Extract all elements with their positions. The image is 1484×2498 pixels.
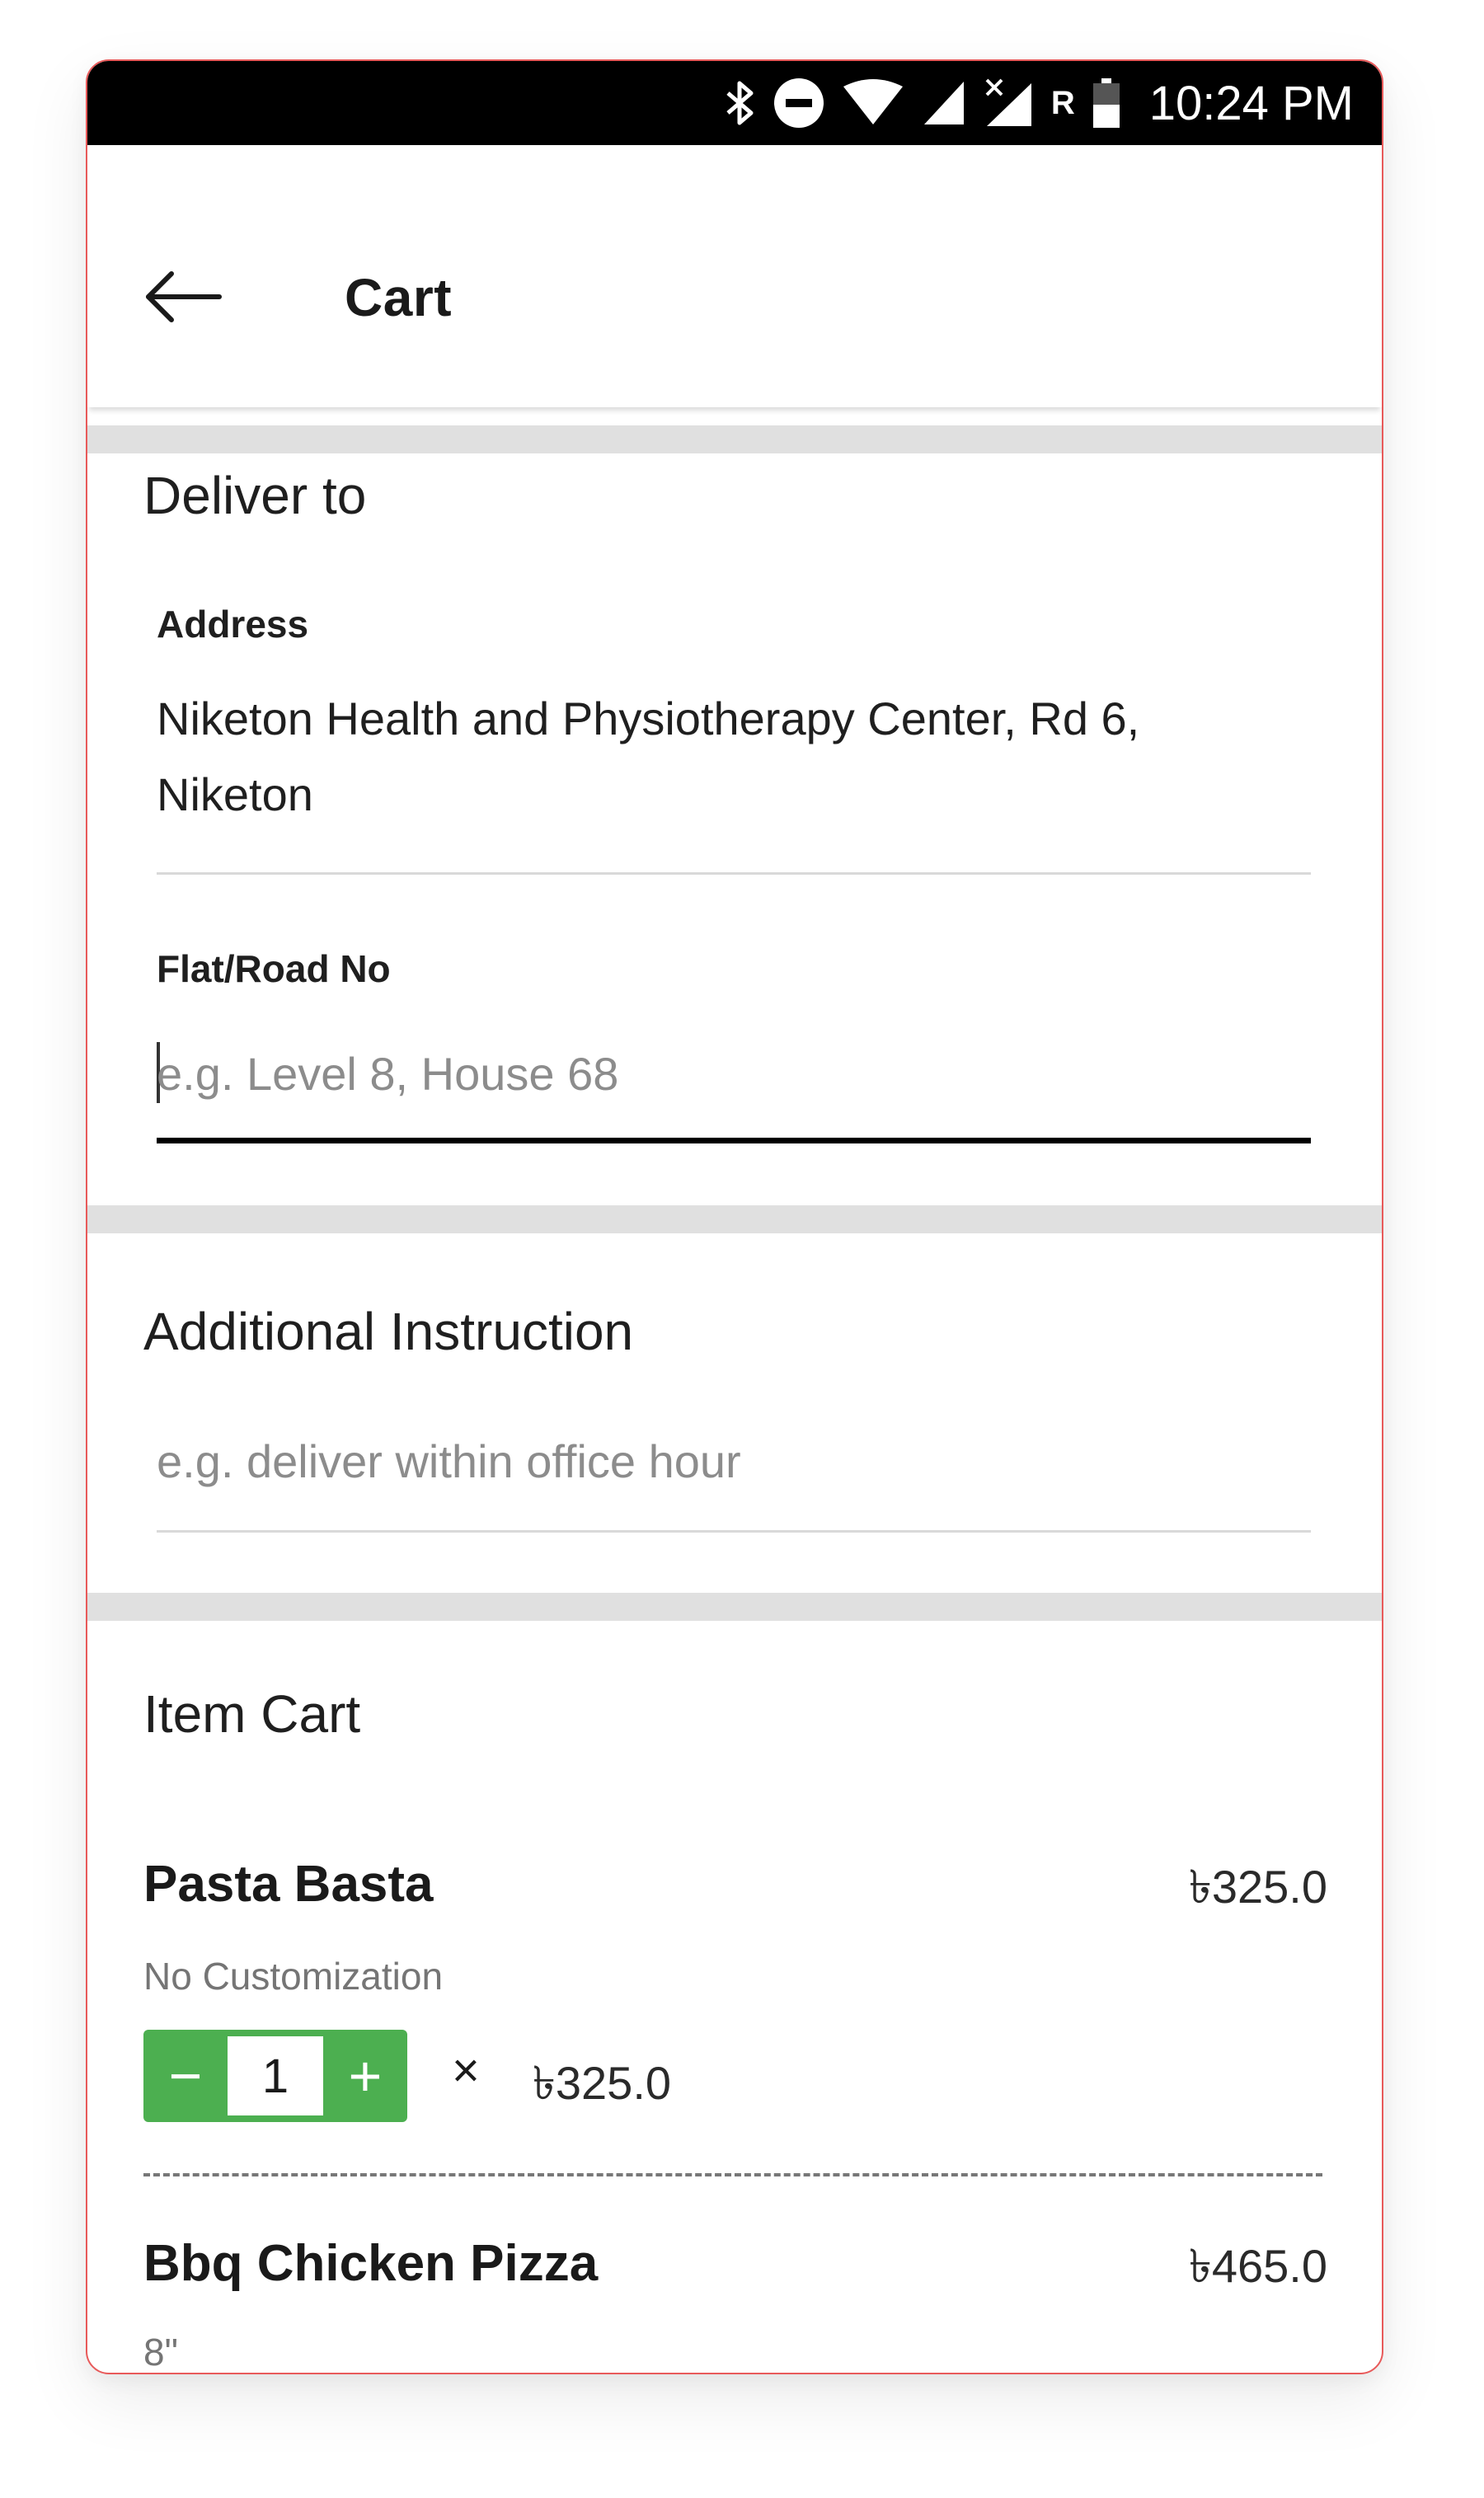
cart-title: Item Cart: [143, 1684, 361, 1744]
decrease-quantity-button[interactable]: −: [143, 2030, 228, 2122]
status-time: 10:24 PM: [1148, 76, 1354, 130]
signal-icon: [921, 78, 967, 128]
roaming-indicator: R: [1050, 84, 1075, 121]
instruction-underline: [157, 1530, 1311, 1533]
battery-icon: [1092, 77, 1121, 129]
section-divider: [87, 1593, 1382, 1621]
address-underline: [157, 872, 1311, 875]
bluetooth-icon: [723, 78, 756, 128]
flat-road-placeholder: e.g. Level 8, House 68: [157, 1048, 619, 1100]
phone-screen: R 10:24 PM Cart Deliver to Address Niket…: [86, 59, 1383, 2374]
signal-no-data-icon: [984, 77, 1035, 129]
item-separator: [143, 2173, 1322, 2176]
wifi-icon: [842, 78, 904, 128]
item-name: Pasta Basta: [143, 1856, 434, 1913]
item-price: ৳465.0: [1188, 2240, 1327, 2292]
do-not-disturb-icon: [773, 77, 825, 129]
instruction-title: Additional Instruction: [143, 1302, 634, 1361]
back-button[interactable]: [143, 270, 223, 323]
arrow-left-icon: [146, 271, 222, 322]
section-divider: [87, 425, 1382, 453]
flat-road-label: Flat/Road No: [157, 947, 391, 990]
section-divider: [87, 1205, 1382, 1233]
multiply-icon: ×: [452, 2044, 480, 2097]
status-icons: R 10:24 PM: [723, 61, 1354, 145]
flat-road-underline: [157, 1138, 1311, 1143]
app-bar: Cart: [87, 145, 1382, 407]
deliver-title: Deliver to: [143, 466, 367, 525]
quantity-value: 1: [228, 2036, 323, 2115]
address-label: Address: [157, 603, 309, 646]
quantity-stepper: − 1 +: [143, 2030, 407, 2122]
increase-quantity-button[interactable]: +: [323, 2030, 407, 2122]
item-customization: No Customization: [143, 1955, 444, 1998]
instruction-placeholder: e.g. deliver within office hour: [157, 1435, 741, 1487]
item-customization: 8": [143, 2331, 178, 2374]
address-line-2: Niketon: [157, 768, 313, 820]
status-bar: R 10:24 PM: [87, 61, 1382, 145]
unit-price: ৳325.0: [533, 2057, 672, 2109]
item-price: ৳325.0: [1188, 1861, 1327, 1913]
page-title: Cart: [345, 268, 453, 327]
item-name: Bbq Chicken Pizza: [143, 2235, 599, 2292]
address-line-1: Niketon Health and Physiotherapy Center,…: [157, 693, 1140, 744]
